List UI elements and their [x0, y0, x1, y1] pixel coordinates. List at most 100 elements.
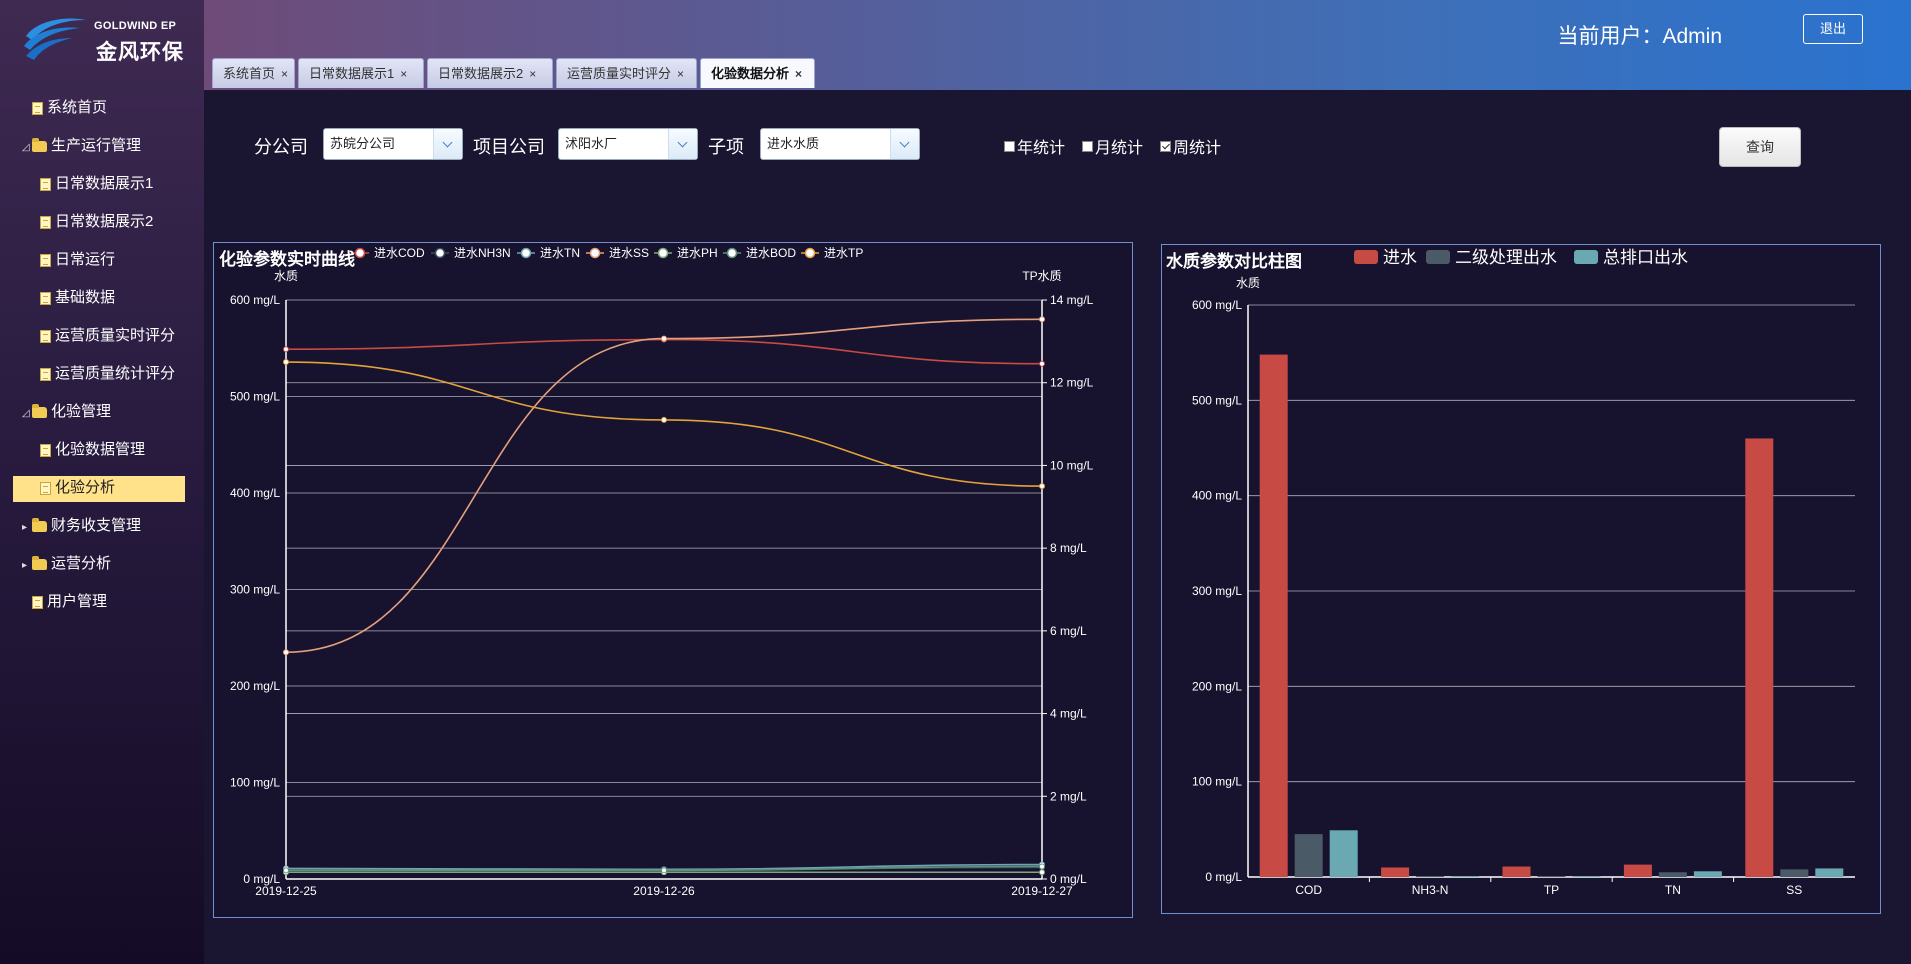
- y-left-tick-label: 300 mg/L: [230, 583, 280, 597]
- logout-button[interactable]: 退出: [1803, 14, 1863, 44]
- chevron-down-icon[interactable]: ◿: [22, 132, 30, 164]
- folder-icon: [32, 517, 47, 532]
- sidebar-item-5[interactable]: 基础数据: [12, 282, 187, 320]
- y-right-tick-label: 6 mg/L: [1050, 624, 1087, 638]
- year-stat-checkbox[interactable]: 年统计: [1004, 134, 1065, 158]
- sidebar-menu: 系统首页 ◿ 生产运行管理日常数据展示1 日常数据展示2 日常运行 基础数据 运营质量实时评…: [12, 92, 187, 624]
- chevron-right-icon[interactable]: ▸: [22, 550, 30, 582]
- file-icon: [40, 253, 51, 267]
- sidebar-item-label: 化验管理: [51, 403, 112, 420]
- tab-0[interactable]: 系统首页 ×: [212, 58, 295, 88]
- legend-marker-icon: [589, 247, 601, 259]
- folder-icon: [32, 555, 47, 570]
- y-left-axis-label: 水质: [274, 269, 298, 283]
- tab-label: 日常数据展示1: [309, 66, 395, 81]
- sidebar-item-3[interactable]: 日常数据展示2: [12, 206, 187, 244]
- legend-marker-icon: [434, 247, 446, 259]
- legend-marker-icon: [657, 247, 669, 259]
- data-point: [1039, 863, 1045, 870]
- bar-chart: 0 mg/L 100 mg/L 200 mg/L 300 mg/L 400 mg/L 50…: [1192, 248, 1855, 897]
- branch-select-value: 苏皖分公司: [330, 136, 396, 151]
- tab-4[interactable]: 化验数据分析 ×: [700, 58, 815, 88]
- query-button[interactable]: 查询: [1719, 127, 1801, 167]
- checkbox-icon[interactable]: [1004, 141, 1015, 152]
- tab-1[interactable]: 日常数据展示1 ×: [298, 58, 424, 88]
- y-tick-label: 0 mg/L: [1205, 870, 1242, 884]
- week-stat-checkbox[interactable]: 周统计: [1160, 134, 1221, 158]
- chevron-down-icon[interactable]: ◿: [22, 398, 30, 430]
- project-select[interactable]: 沭阳水厂: [558, 128, 698, 160]
- bar-3-1: [1658, 872, 1687, 877]
- legend-item-2: 总排口出水: [1574, 248, 1688, 267]
- sidebar-item-label: 化验分析: [55, 479, 116, 496]
- close-icon[interactable]: ×: [400, 67, 407, 81]
- file-icon: [40, 215, 51, 229]
- sidebar-item-0[interactable]: 系统首页: [12, 92, 187, 130]
- bar-1-1: [1416, 876, 1445, 877]
- chevron-down-icon[interactable]: [433, 129, 462, 159]
- sidebar-item-6[interactable]: 运营质量实时评分: [12, 320, 187, 358]
- close-icon[interactable]: ×: [677, 67, 684, 81]
- sidebar-item-4[interactable]: 日常运行: [12, 244, 187, 282]
- x-tick-label: SS: [1786, 883, 1802, 897]
- sidebar-item-2[interactable]: 日常数据展示1: [12, 168, 187, 206]
- chevron-down-icon[interactable]: [668, 129, 697, 159]
- bar-1-2: [1451, 876, 1480, 877]
- month-stat-checkbox[interactable]: 月统计: [1082, 134, 1143, 158]
- brand-english: GOLDWIND EP: [94, 20, 177, 32]
- sidebar-item-label: 日常数据展示1: [55, 175, 154, 192]
- project-select-value: 沭阳水厂: [565, 136, 618, 151]
- bar-3-2: [1693, 871, 1722, 877]
- tab-3[interactable]: 运营质量实时评分 ×: [556, 58, 697, 88]
- sub-item-select[interactable]: 进水水质: [760, 128, 920, 160]
- folder-icon: [32, 137, 47, 152]
- bar-2-1: [1537, 876, 1566, 877]
- x-tick-label: TN: [1665, 883, 1681, 897]
- legend-item-3: 进水SS: [586, 246, 649, 260]
- bar-0-2: [1329, 830, 1358, 877]
- chevron-right-icon[interactable]: ▸: [22, 512, 30, 544]
- sidebar-item-12[interactable]: ▸ 运营分析: [12, 548, 187, 586]
- legend-label: 进水PH: [677, 246, 718, 260]
- file-icon: [40, 291, 51, 305]
- tab-label: 运营质量实时评分: [567, 66, 672, 81]
- y-tick-label: 600 mg/L: [1192, 298, 1242, 312]
- month-stat-label: 月统计: [1095, 140, 1144, 157]
- data-point: [1039, 360, 1045, 367]
- x-tick-label: TP: [1544, 883, 1559, 897]
- sidebar-item-13[interactable]: 用户管理: [12, 586, 187, 624]
- x-tick-label: COD: [1295, 883, 1322, 897]
- branch-select[interactable]: 苏皖分公司: [323, 128, 463, 160]
- sidebar-item-8[interactable]: ◿ 化验管理: [12, 396, 187, 434]
- legend-item-6: 进水TP: [801, 246, 863, 260]
- checkbox-icon[interactable]: [1160, 141, 1171, 152]
- chevron-down-icon[interactable]: [890, 129, 919, 159]
- y-left-tick-label: 400 mg/L: [230, 486, 280, 500]
- tab-label: 化验数据分析: [711, 66, 790, 81]
- y-tick-label: 100 mg/L: [1192, 775, 1242, 789]
- legend-label: 总排口出水: [1603, 248, 1688, 267]
- file-icon: [40, 443, 51, 457]
- series-line-6: [285, 361, 1043, 487]
- y-left-tick-label: 600 mg/L: [230, 293, 280, 307]
- sub-item-label: 子项: [708, 137, 744, 157]
- checkbox-icon[interactable]: [1082, 141, 1093, 152]
- close-icon[interactable]: ×: [281, 67, 288, 81]
- sidebar-item-label: 化验数据管理: [55, 441, 146, 458]
- bar-chart-panel: 0 mg/L 100 mg/L 200 mg/L 300 mg/L 400 mg/L 50…: [1161, 244, 1881, 914]
- legend-item-1: 二级处理出水: [1426, 248, 1557, 267]
- legend-swatch-icon: [1574, 250, 1598, 264]
- sidebar-item-7[interactable]: 运营质量统计评分: [12, 358, 187, 396]
- close-icon[interactable]: ×: [795, 67, 802, 81]
- y-left-tick-label: 500 mg/L: [230, 390, 280, 404]
- y-tick-label: 400 mg/L: [1192, 489, 1242, 503]
- file-icon: [40, 177, 51, 191]
- x-tick-label: 2019-12-27: [1011, 884, 1073, 898]
- sidebar-item-9[interactable]: 化验数据管理: [12, 434, 187, 472]
- sidebar-item-11[interactable]: ▸ 财务收支管理: [12, 510, 187, 548]
- sidebar-item-1[interactable]: ◿ 生产运行管理: [12, 130, 187, 168]
- close-icon[interactable]: ×: [529, 67, 536, 81]
- sidebar-item-10[interactable]: 化验分析: [12, 472, 187, 510]
- y-right-axis-label: TP水质: [1022, 269, 1061, 283]
- tab-2[interactable]: 日常数据展示2 ×: [427, 58, 553, 88]
